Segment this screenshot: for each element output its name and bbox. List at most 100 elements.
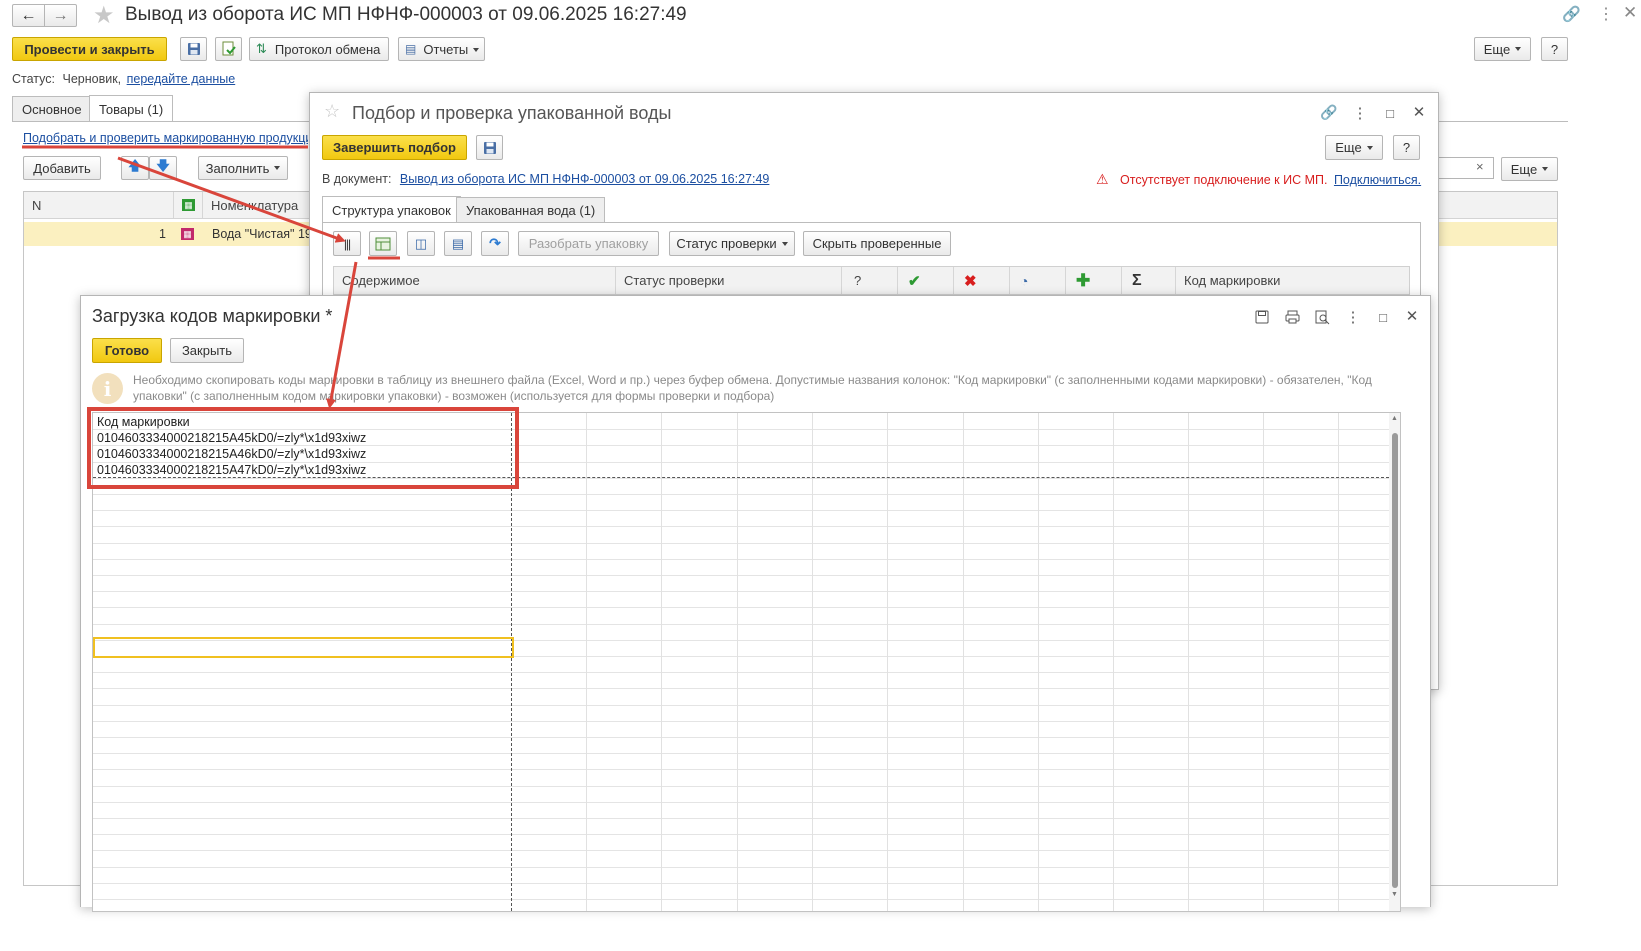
close-icon[interactable]: ✕ bbox=[1623, 3, 1637, 23]
load-codes-button[interactable] bbox=[369, 231, 397, 256]
code-cell[interactable]: 010460333400021821​5A45kD0/=zly*\x1d93xi… bbox=[97, 431, 366, 445]
post-and-close-button[interactable]: Провести и закрыть bbox=[12, 37, 167, 61]
check-status-button[interactable]: Статус проверки bbox=[669, 231, 795, 256]
sheet-header-cell[interactable]: Код маркировки bbox=[97, 415, 190, 429]
pick-more-button[interactable]: Еще bbox=[1325, 135, 1383, 160]
reports-button[interactable]: ▤ Отчеты bbox=[398, 37, 485, 61]
sheet-col-line bbox=[887, 413, 888, 911]
col-total[interactable]: Σ bbox=[1122, 267, 1176, 294]
sheet-col-line bbox=[737, 413, 738, 911]
favorite-star-icon[interactable]: ★ bbox=[93, 1, 115, 30]
pick-and-check-link[interactable]: Подобрать и проверить маркированную прод… bbox=[23, 131, 308, 145]
pick-window-title: Подбор и проверка упакованной воды bbox=[352, 103, 672, 123]
row-marking-icon: ▦ bbox=[181, 228, 194, 240]
tab-package-structure[interactable]: Структура упаковок bbox=[322, 196, 461, 223]
col-marking-flag: ▦ bbox=[174, 192, 203, 218]
load-close-icon[interactable]: ✕ bbox=[1401, 305, 1423, 327]
warning-line: ⚠ Отсутствует подключение к ИС МП. Подкл… bbox=[1096, 171, 1421, 188]
sheet-col-line bbox=[1263, 413, 1264, 911]
goods-more-button[interactable]: Еще bbox=[1501, 157, 1558, 181]
forward-button[interactable]: → bbox=[44, 4, 77, 27]
clear-search-icon[interactable]: × bbox=[1476, 159, 1484, 174]
doc-link[interactable]: Вывод из оборота ИС МП НФНФ-000003 от 09… bbox=[400, 172, 769, 186]
pick-save-button[interactable] bbox=[476, 135, 503, 160]
sheet-row-line bbox=[93, 526, 1389, 528]
col-content[interactable]: Содержимое bbox=[334, 267, 616, 294]
floppy-icon bbox=[483, 141, 496, 154]
pick-link-icon[interactable]: 🔗 bbox=[1318, 101, 1340, 123]
hide-checked-button[interactable]: Скрыть проверенные bbox=[803, 231, 951, 256]
close-button[interactable]: Закрыть bbox=[170, 338, 244, 363]
tsd-button[interactable]: ◫ bbox=[407, 231, 435, 256]
add-button[interactable]: Добавить bbox=[23, 156, 101, 180]
more-vertical-icon[interactable]: ⋮ bbox=[1598, 4, 1614, 24]
col-added[interactable]: ✚ bbox=[1066, 267, 1122, 294]
sheet-row-line bbox=[93, 850, 1389, 852]
sheet-row-line bbox=[93, 591, 1389, 593]
sheet-row-line bbox=[93, 623, 1389, 625]
col-partial[interactable]: ◔ bbox=[1010, 267, 1066, 294]
col-unknown[interactable]: ? bbox=[842, 267, 898, 294]
active-cell[interactable] bbox=[93, 637, 514, 658]
pick-close-icon[interactable]: ✕ bbox=[1408, 101, 1430, 123]
sheet-row-line bbox=[93, 607, 1389, 609]
load-maximize-icon[interactable]: □ bbox=[1372, 306, 1394, 328]
transfer-data-link[interactable]: передайте данные bbox=[127, 72, 236, 86]
scroll-thumb[interactable] bbox=[1392, 433, 1398, 888]
sheet-row-line bbox=[93, 558, 1389, 560]
col-n[interactable]: N bbox=[24, 192, 174, 218]
search-field[interactable] bbox=[1436, 157, 1494, 179]
refresh-button[interactable]: ↷ bbox=[481, 231, 509, 256]
connect-link[interactable]: Подключиться. bbox=[1334, 173, 1421, 187]
print-icon[interactable] bbox=[1281, 306, 1303, 328]
unpack-button[interactable]: Разобрать упаковку bbox=[518, 231, 659, 256]
post-button[interactable] bbox=[215, 37, 242, 61]
tab-goods[interactable]: Товары (1) bbox=[89, 95, 174, 122]
vertical-scrollbar[interactable]: ▲ ▼ bbox=[1389, 413, 1400, 911]
finish-pick-button[interactable]: Завершить подбор bbox=[322, 135, 467, 160]
exchange-protocol-button[interactable]: ⇅ Протокол обмена bbox=[249, 37, 389, 61]
sheet-col-line bbox=[1188, 413, 1189, 911]
load-more-vertical-icon[interactable]: ⋮ bbox=[1342, 306, 1364, 328]
arrow-up-icon: 🡅 bbox=[128, 158, 142, 173]
sigma-icon: Σ bbox=[1132, 271, 1142, 289]
scroll-up-icon[interactable]: ▲ bbox=[1391, 415, 1398, 422]
row-n: 1 bbox=[159, 227, 166, 241]
pie-clock-icon: ◔ bbox=[1020, 272, 1029, 289]
code-cell[interactable]: 010460333400021821​5A46kD0/=zly*\x1d93xi… bbox=[97, 447, 366, 461]
scanner-device-icon: ◫ bbox=[414, 235, 428, 251]
scroll-down-icon[interactable]: ▼ bbox=[1391, 891, 1398, 898]
fill-button[interactable]: Заполнить bbox=[198, 156, 288, 180]
pick-star-icon[interactable]: ☆ bbox=[324, 101, 340, 122]
codes-spreadsheet[interactable]: Код маркировки 010460333400021821​5A45kD… bbox=[92, 412, 1401, 912]
pick-more-vertical-icon[interactable]: ⋮ bbox=[1349, 102, 1371, 124]
sheet-row-line bbox=[93, 720, 1389, 722]
tab-packed-water[interactable]: Упакованная вода (1) bbox=[456, 197, 606, 223]
tab-main[interactable]: Основное bbox=[12, 96, 92, 122]
save-button[interactable] bbox=[180, 37, 207, 61]
row-divider bbox=[93, 477, 1389, 478]
sheet-row-line bbox=[93, 672, 1389, 674]
col-checked[interactable]: ✔ bbox=[898, 267, 954, 294]
pick-help-button[interactable]: ? bbox=[1393, 135, 1420, 160]
scan-barcode-button[interactable]: ||| bbox=[333, 231, 361, 256]
check-codes-button[interactable]: ▤ bbox=[444, 231, 472, 256]
link-icon[interactable]: 🔗 bbox=[1562, 5, 1581, 23]
pick-maximize-icon[interactable]: □ bbox=[1379, 102, 1401, 124]
back-button[interactable]: ← bbox=[12, 4, 45, 27]
sheet-row-line bbox=[93, 542, 1389, 544]
sheet-row-line bbox=[93, 753, 1389, 755]
print-preview-icon[interactable] bbox=[1311, 306, 1333, 328]
move-down-button[interactable]: 🡇 bbox=[149, 156, 177, 180]
help-button[interactable]: ? bbox=[1541, 37, 1568, 61]
reports-label: Отчеты bbox=[423, 42, 479, 57]
ready-button[interactable]: Готово bbox=[92, 338, 162, 363]
code-cell[interactable]: 010460333400021821​5A47kD0/=zly*\x1d93xi… bbox=[97, 463, 366, 477]
move-up-button[interactable]: 🡅 bbox=[121, 156, 149, 180]
col-check-status[interactable]: Статус проверки bbox=[616, 267, 842, 294]
more-button[interactable]: Еще bbox=[1474, 37, 1531, 61]
status-label: Статус: bbox=[12, 72, 55, 86]
col-marking-code[interactable]: Код маркировки bbox=[1176, 267, 1411, 294]
col-error[interactable]: ✖ bbox=[954, 267, 1010, 294]
load-save-icon[interactable] bbox=[1251, 306, 1273, 328]
